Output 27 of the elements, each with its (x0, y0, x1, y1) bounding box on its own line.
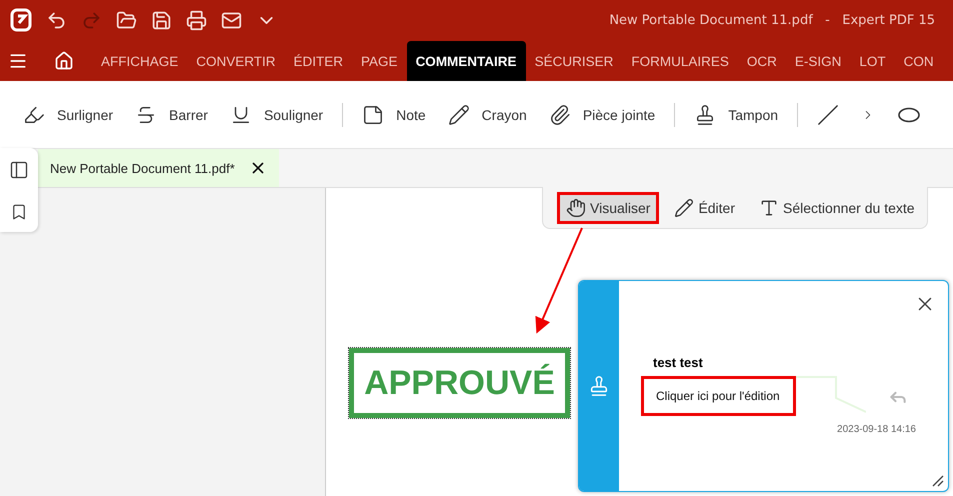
ribbon-tab[interactable]: COMMENTAIRE (406, 41, 526, 81)
comment-field[interactable]: Cliquer ici pour l'édition (641, 376, 796, 416)
ribbon-tab[interactable]: CONVERTIR (187, 41, 285, 81)
ribbon-tab[interactable]: LOT (850, 41, 895, 81)
view-mode-button[interactable]: Visualiser (557, 192, 660, 224)
view-mode-button[interactable]: Éditer (665, 192, 744, 224)
ribbon-tab[interactable]: FORMULAIRES (622, 41, 738, 81)
ribbon-tab[interactable]: CON (894, 41, 943, 81)
tool-button[interactable]: Surligner (14, 104, 122, 126)
window-title: New Portable Document 11.pdf - Expert PDF 15 (609, 12, 936, 28)
comment-author: test test (652, 355, 704, 370)
document-tab[interactable]: New Portable Document 11.pdf* (38, 149, 279, 187)
tool-button[interactable]: Crayon (438, 104, 536, 126)
ribbon-tab[interactable]: PAGE (352, 41, 407, 81)
ribbon-tab[interactable]: AFFICHAGE (92, 41, 188, 81)
document-tab-label: New Portable Document 11.pdf* (50, 160, 235, 176)
ribbon-tab[interactable]: ÉDITER (284, 41, 352, 81)
comment-date: 2023-09-18 14:16 (837, 424, 916, 435)
tool-button[interactable]: Note (353, 104, 435, 126)
ribbon-tab[interactable]: SÉCURISER (526, 41, 622, 81)
ribbon-tab[interactable]: OCR (738, 41, 786, 81)
tool-button[interactable]: Souligner (220, 104, 332, 126)
tool-button[interactable]: Barrer (126, 104, 217, 126)
view-mode-button[interactable]: Sélectionner du texte (750, 192, 924, 224)
tool-button[interactable]: Tampon (685, 104, 788, 126)
tool-button[interactable]: Pièce jointe (540, 104, 664, 126)
ribbon-tab[interactable]: E-SIGN (786, 41, 850, 81)
